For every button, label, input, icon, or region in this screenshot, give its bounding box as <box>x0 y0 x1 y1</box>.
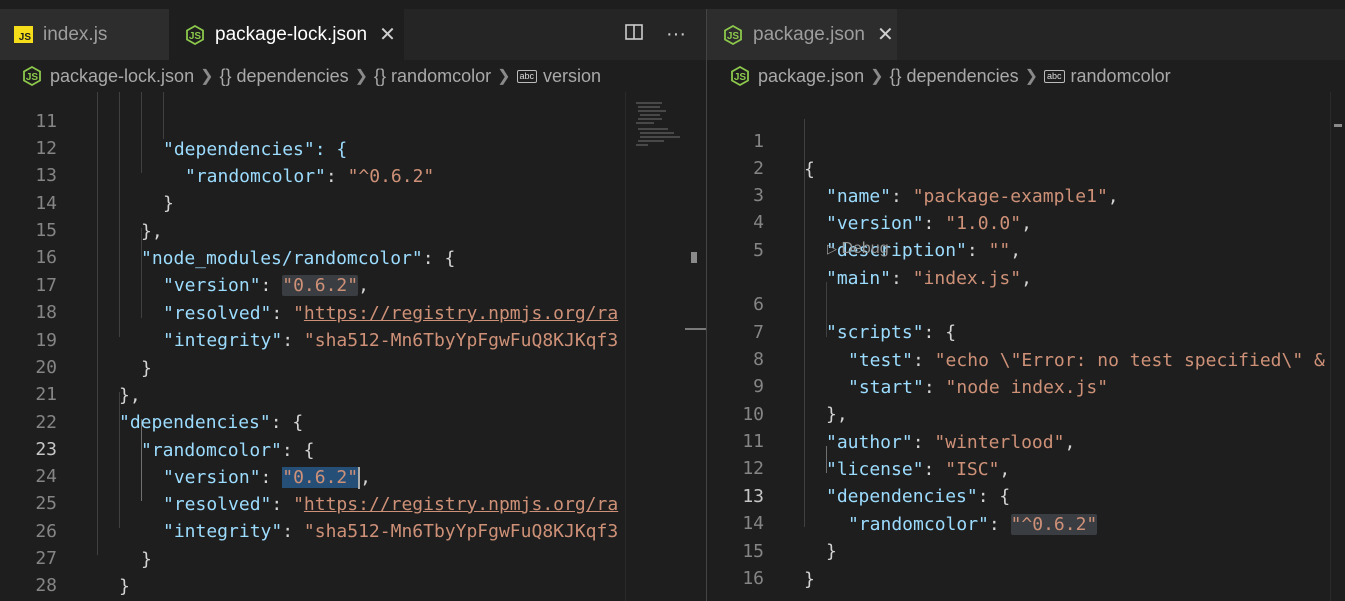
breadcrumb-item-version[interactable]: version <box>543 66 601 87</box>
code-line: 16 "version": "0.6.2", <box>0 217 706 296</box>
line-number: 5 <box>753 240 764 262</box>
tab-label: package.json <box>753 23 865 45</box>
tab-label: index.js <box>43 23 108 45</box>
code-line: 3 "version": "1.0.0", <box>707 155 1345 233</box>
split-editor-icon[interactable] <box>624 22 644 48</box>
svg-text:JS: JS <box>189 31 202 42</box>
chevron-right-icon: ❯ <box>497 68 511 85</box>
code-line: 17 "resolved": "https://registry.npmjs.o… <box>0 245 706 323</box>
code-line: 8 "start": "node index.js" <box>707 319 1345 397</box>
code-line: 15 "node_modules/randomcolor": { <box>0 190 706 268</box>
scrollbar-thumb[interactable] <box>691 252 697 263</box>
code-line: 19 } <box>0 300 706 378</box>
breadcrumb-item-randomcolor[interactable]: {} randomcolor <box>374 66 491 87</box>
line-number: 16 <box>742 568 764 590</box>
code-line: 22 "randomcolor": { <box>0 382 706 460</box>
scrollbar-marker <box>685 328 706 330</box>
code-line: 24 "resolved": "https://registry.npmjs.o… <box>0 436 706 514</box>
code-line: 13 } <box>0 135 706 213</box>
minimap[interactable] <box>625 92 686 601</box>
chevron-right-icon: ❯ <box>870 68 884 85</box>
string-symbol-icon: abc <box>516 69 538 83</box>
close-icon[interactable]: ✕ <box>877 22 894 47</box>
code-line: 11 "license": "ISC", <box>707 401 1345 479</box>
breadcrumb-item-file[interactable]: package.json <box>758 66 864 87</box>
chevron-right-icon: ❯ <box>200 68 214 85</box>
breadcrumb: JS package.json ❯ {} dependencies ❯ abc … <box>707 60 1345 92</box>
tab-bar-right: JS package.json ✕ <box>707 9 1345 60</box>
tab-package-lock-json[interactable]: JS package-lock.json ✕ <box>169 9 404 60</box>
editor-actions: ··· <box>624 9 686 60</box>
tab-index-js[interactable]: JS index.js <box>0 9 169 60</box>
breadcrumb-item-dependencies[interactable]: {} dependencies <box>889 66 1018 87</box>
chevron-right-icon: ❯ <box>354 68 369 85</box>
code-line: 16 <box>707 538 1345 589</box>
code-line: 9 }, <box>707 346 1345 424</box>
breadcrumb-item-file[interactable]: package-lock.json <box>50 66 194 87</box>
code-line-current: 13 "randomcolor": "^0.6.2" <box>707 456 1345 535</box>
code-line: 28 } <box>0 545 706 596</box>
editor-group-left: JS index.js JS package-lock.json ✕ ··· J… <box>0 9 706 601</box>
node-file-icon: JS <box>22 66 42 86</box>
breadcrumb: JS package-lock.json ❯ {} dependencies ❯… <box>0 60 706 92</box>
code-line: 27 } <box>0 518 706 596</box>
string-symbol-icon: abc <box>1044 69 1065 83</box>
code-line: 2 "name": "package-example1", <box>707 128 1345 206</box>
code-line: 12 "randomcolor": "^0.6.2" <box>0 108 706 186</box>
chevron-right-icon: ❯ <box>1024 68 1039 85</box>
window-top-strip <box>0 0 1345 9</box>
scrollbar-marker <box>1334 124 1342 127</box>
code-editor-left[interactable]: 11 "dependencies": { 12 "randomcolor": "… <box>0 92 706 601</box>
code-line: 15 } <box>707 511 1345 589</box>
tab-label: package-lock.json <box>215 23 368 45</box>
code-line: 4 "description": "", <box>707 182 1345 260</box>
svg-text:JS: JS <box>26 72 39 83</box>
breadcrumb-item-dependencies[interactable]: {} dependencies <box>220 66 349 87</box>
code-line: 12 "dependencies": { <box>707 428 1345 506</box>
code-line: 25 "integrity": "sha512-Mn6TbyYpFgwFuQ8K… <box>0 463 706 541</box>
breadcrumb-item-randomcolor[interactable]: randomcolor <box>1071 66 1171 87</box>
code-line: 18 "integrity": "sha512-Mn6TbyYpFgwFuQ8K… <box>0 272 706 350</box>
more-actions-icon[interactable]: ··· <box>666 23 686 46</box>
node-file-icon: JS <box>730 66 750 86</box>
code-line: 29 <box>0 573 706 600</box>
editor-group-right: JS package.json ✕ JS package.json ❯ {} d… <box>707 9 1345 601</box>
debug-codelens[interactable]: ▷ Debug <box>827 240 889 258</box>
vertical-scrollbar[interactable] <box>685 92 706 601</box>
json-value: "" <box>988 239 1011 261</box>
code-editor-right[interactable]: 1 { 2 "name": "package-example1", 3 "ver… <box>707 92 1345 601</box>
vertical-scrollbar[interactable] <box>1330 92 1345 601</box>
play-icon: ▷ <box>827 241 837 256</box>
code-line: 1 { <box>707 101 1345 179</box>
svg-text:JS: JS <box>727 31 740 42</box>
code-line: 21 "dependencies": { <box>0 354 706 432</box>
tab-package-json[interactable]: JS package.json ✕ <box>707 9 897 60</box>
close-icon[interactable]: ✕ <box>379 22 396 47</box>
node-file-icon: JS <box>723 24 743 45</box>
tab-bar-left: JS index.js JS package-lock.json ✕ ··· <box>0 9 706 60</box>
svg-text:JS: JS <box>734 72 747 83</box>
code-line: 10 "author": "winterlood", <box>707 374 1345 452</box>
code-text: } <box>804 568 815 590</box>
code-line-current: 23 "version": "0.6.2", <box>0 409 706 489</box>
js-file-icon: JS <box>14 26 33 43</box>
code-line: 14 }, <box>0 163 706 241</box>
code-line: 7 "test": "echo \"Error: no test specifi… <box>707 292 1345 370</box>
code-line: 20 }, <box>0 327 706 405</box>
code-line: 5 "main": "index.js", <box>707 210 1345 288</box>
debug-label: Debug <box>841 240 889 257</box>
code-line: 11 "dependencies": { <box>0 92 706 159</box>
code-line: 6 "scripts": { <box>707 264 1345 342</box>
node-file-icon: JS <box>185 24 205 45</box>
code-line: 14 } <box>707 483 1345 561</box>
code-line: 26 } <box>0 491 706 569</box>
